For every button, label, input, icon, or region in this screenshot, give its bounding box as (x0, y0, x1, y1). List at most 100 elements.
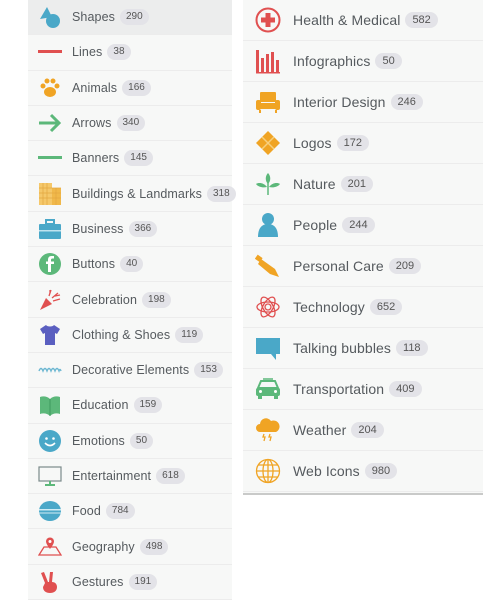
briefcase-icon (38, 217, 62, 241)
macaron-icon (38, 499, 62, 523)
count-badge: 209 (388, 258, 422, 274)
category-label: Shapes (72, 10, 115, 25)
building-icon (38, 182, 62, 206)
count-badge: 38 (107, 44, 131, 61)
category-item-technology[interactable]: Technology 652 (243, 287, 483, 328)
category-item-business[interactable]: Business 366 (28, 212, 232, 248)
decorative-wave-icon (38, 358, 62, 382)
category-item-entertainment[interactable]: Entertainment 618 (28, 459, 232, 495)
speech-bubble-icon (255, 335, 281, 361)
category-label: Entertainment (72, 469, 152, 483)
count-badge: 366 (128, 220, 158, 237)
category-item-people[interactable]: People 244 (243, 205, 483, 246)
category-item-banners[interactable]: Banners 145 (28, 141, 232, 177)
category-item-animals[interactable]: Animals 166 (28, 71, 232, 106)
count-badge: 618 (156, 468, 185, 484)
category-item-celebration[interactable]: Celebration 198 (28, 282, 232, 318)
tshirt-icon (38, 323, 62, 347)
category-label: Banners (72, 151, 120, 166)
count-badge: 166 (122, 79, 151, 96)
plant-icon (255, 171, 281, 197)
category-item-gestures[interactable]: Gestures 191 (28, 565, 232, 600)
category-item-talking-bubbles[interactable]: Talking bubbles 118 (243, 328, 483, 369)
category-item-interior-design[interactable]: Interior Design 246 (243, 82, 483, 123)
count-badge: 980 (364, 463, 398, 479)
tube-icon (255, 253, 281, 279)
category-label: Arrows (72, 116, 112, 131)
monitor-icon (38, 464, 62, 488)
category-label: Buildings & Landmarks (72, 186, 202, 201)
category-item-infographics[interactable]: Infographics 50 (243, 41, 483, 82)
shapes-icon (38, 5, 62, 29)
category-item-transportation[interactable]: Transportation 409 (243, 369, 483, 410)
category-item-health-and-medical[interactable]: Health & Medical 582 (243, 0, 483, 41)
car-icon (255, 376, 281, 402)
category-list-left: Shapes 290 Lines 38 Animals 166 Arrows 340 Banne… (28, 0, 236, 600)
banner-icon (38, 146, 62, 170)
category-label: Health & Medical (293, 12, 401, 28)
medical-cross-icon (255, 7, 281, 33)
category-label: Talking bubbles (293, 340, 392, 356)
count-badge: 318 (206, 185, 236, 202)
arrow-right-icon (38, 111, 62, 135)
category-label: Infographics (293, 53, 371, 69)
person-icon (255, 212, 281, 238)
category-item-clothing-and-shoes[interactable]: Clothing & Shoes 119 (28, 318, 232, 353)
count-badge: 498 (139, 538, 169, 555)
category-item-nature[interactable]: Nature 201 (243, 164, 483, 205)
count-badge: 119 (175, 326, 204, 343)
category-label: People (293, 217, 338, 233)
category-item-buildings-and-landmarks[interactable]: Buildings & Landmarks 318 (28, 176, 236, 212)
category-label: Business (72, 221, 124, 236)
count-badge: 244 (342, 217, 375, 233)
count-badge: 50 (375, 53, 402, 69)
count-badge: 153 (194, 362, 223, 379)
category-item-personal-care[interactable]: Personal Care 209 (243, 246, 483, 287)
smiley-icon (38, 429, 62, 453)
count-badge: 340 (116, 115, 146, 132)
count-badge: 159 (133, 397, 163, 414)
category-label: Animals (72, 80, 118, 95)
category-item-emotions[interactable]: Emotions 50 (28, 424, 232, 459)
category-item-geography[interactable]: Geography 498 (28, 529, 232, 565)
category-item-weather[interactable]: Weather 204 (243, 410, 483, 451)
category-label: Interior Design (293, 94, 386, 110)
storm-cloud-icon (255, 417, 281, 443)
category-label: Technology (293, 299, 365, 315)
category-item-web-icons[interactable]: Web Icons 980 (243, 451, 483, 492)
atom-icon (255, 294, 281, 320)
category-item-lines[interactable]: Lines 38 (28, 35, 232, 71)
count-badge: 204 (351, 422, 384, 438)
party-popper-icon (38, 288, 62, 312)
category-list-right: Health & Medical 582 Infographics 50 Interio… (243, 0, 483, 495)
category-item-decorative-elements[interactable]: Decorative Elements 153 (28, 353, 232, 389)
bar-chart-icon (255, 48, 281, 74)
category-label: Food (72, 504, 101, 519)
category-label: Nature (293, 176, 336, 192)
category-label: Buttons (72, 257, 116, 272)
count-badge: 145 (124, 150, 153, 167)
category-item-food[interactable]: Food 784 (28, 494, 232, 530)
globe-icon (255, 458, 281, 484)
count-badge: 118 (396, 340, 428, 356)
count-badge: 191 (128, 573, 158, 590)
peace-hand-icon (38, 570, 62, 594)
category-item-shapes[interactable]: Shapes 290 (28, 0, 232, 36)
category-label: Transportation (293, 381, 385, 397)
category-label: Weather (293, 422, 347, 438)
facebook-button-icon (38, 252, 62, 276)
count-badge: 198 (142, 291, 171, 308)
category-label: Education (72, 398, 129, 413)
category-label: Clothing & Shoes (72, 327, 171, 342)
category-label: Web Icons (293, 463, 360, 479)
count-badge: 582 (405, 12, 438, 28)
count-badge: 40 (120, 256, 144, 273)
category-item-arrows[interactable]: Arrows 340 (28, 106, 232, 142)
category-item-education[interactable]: Education 159 (28, 388, 232, 424)
count-badge: 652 (369, 299, 403, 315)
paw-icon (38, 76, 62, 100)
category-item-logos[interactable]: Logos 172 (243, 123, 483, 164)
line-icon (38, 40, 62, 64)
category-item-buttons[interactable]: Buttons 40 (28, 247, 232, 283)
diamond-logo-icon (255, 130, 281, 156)
